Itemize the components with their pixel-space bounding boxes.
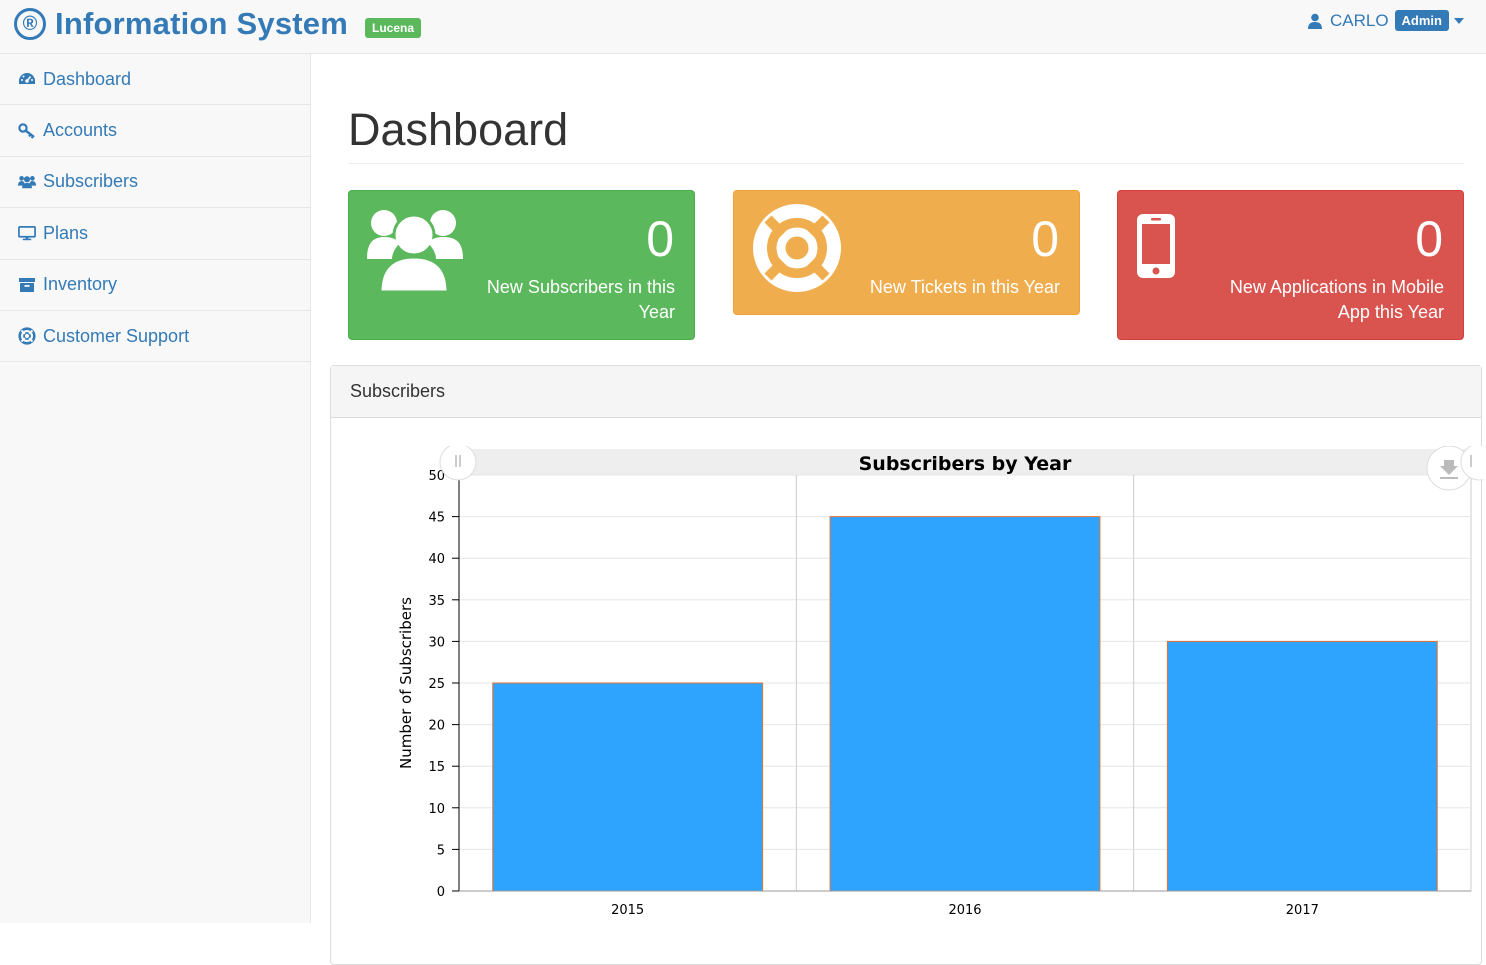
- bar-2016: [829, 516, 1101, 892]
- y-tick-label: 30: [428, 635, 445, 650]
- main-content: Dashboard 0 New Subscribers in this Year…: [311, 54, 1486, 965]
- x-tick-label: 2015: [611, 903, 644, 916]
- y-tick-label: 20: [428, 719, 445, 734]
- page-title: Dashboard: [348, 104, 569, 155]
- sidebar-item-inventory[interactable]: Inventory: [0, 260, 310, 311]
- users-icon: [367, 210, 463, 293]
- lifebuoy-icon: [18, 327, 36, 345]
- y-tick-label: 0: [437, 885, 445, 900]
- sidebar-item-label: Inventory: [43, 274, 118, 295]
- bar-2017: [1166, 640, 1438, 892]
- user-icon: [1307, 13, 1322, 29]
- y-tick-label: 25: [428, 677, 445, 692]
- x-tick-label: 2017: [1286, 903, 1319, 916]
- new-subscribers-label: New Subscribers in this Year: [486, 277, 675, 322]
- key-icon: [18, 122, 36, 140]
- subscribers-chart: Subscribers by Year 0 5 10 15 20 25 30 35 40 45 50…: [367, 443, 1486, 918]
- new-tickets-label: New Tickets in this Year: [869, 277, 1060, 297]
- bar-2015: [492, 682, 764, 892]
- lifebuoy-icon: [753, 204, 841, 292]
- new-tickets-card[interactable]: 0 New Tickets in this Year: [733, 190, 1080, 315]
- x-axis: 2015 2016 2017: [459, 890, 1471, 918]
- sidebar-item-subscribers[interactable]: Subscribers: [0, 157, 310, 209]
- user-name: CARLO: [1329, 10, 1389, 30]
- chevron-down-icon: [1454, 17, 1464, 24]
- new-mobile-applications-card[interactable]: 0 New Applications in Mobile App this Ye…: [1117, 190, 1464, 340]
- brand-logo-icon: ®: [14, 8, 46, 40]
- sidebar-item-dashboard[interactable]: Dashboard: [0, 54, 310, 106]
- sidebar-item-label: Customer Support: [43, 325, 190, 346]
- monitor-icon: [18, 224, 36, 242]
- subscribers-panel: Subscribers Subscribers by Year 0 5 10 15 20…: [330, 365, 1486, 965]
- y-tick-label: 15: [428, 760, 445, 775]
- chart-title: Subscribers by Year: [859, 453, 1072, 475]
- y-tick-label: 5: [437, 843, 445, 858]
- new-tickets-count: 0: [1031, 211, 1059, 267]
- title-divider: [348, 163, 1464, 164]
- drag-handle-left[interactable]: [439, 443, 477, 481]
- sidebar-item-accounts[interactable]: Accounts: [0, 105, 310, 157]
- sidebar-item-customer-support[interactable]: Customer Support: [0, 311, 310, 363]
- sidebar-item-label: Plans: [43, 222, 89, 243]
- user-role-badge: Admin: [1394, 10, 1449, 31]
- user-menu-dropdown[interactable]: CARLO Admin: [1307, 10, 1464, 31]
- sidebar-item-label: Dashboard: [43, 68, 132, 89]
- panel-heading: Subscribers: [331, 366, 1481, 418]
- branch-badge: Lucena: [365, 18, 422, 38]
- y-axis-label: Number of Subscribers: [397, 597, 415, 769]
- mobile-phone-icon: [1137, 214, 1175, 278]
- sidebar: Dashboard Accounts Subscribers Plans Inv…: [0, 54, 311, 923]
- new-subscribers-card[interactable]: 0 New Subscribers in this Year: [348, 190, 695, 340]
- users-icon: [18, 173, 36, 191]
- y-tick-label: 35: [428, 594, 445, 609]
- new-mobile-applications-count: 0: [1415, 211, 1443, 267]
- y-tick-label: 45: [428, 511, 445, 526]
- x-tick-label: 2016: [948, 903, 981, 916]
- sidebar-item-label: Subscribers: [43, 171, 139, 192]
- archive-icon: [18, 276, 36, 294]
- brand-title: Information System: [55, 6, 348, 41]
- dashboard-icon: [18, 70, 36, 88]
- new-mobile-applications-label: New Applications in Mobile App this Year: [1229, 277, 1444, 322]
- new-subscribers-count: 0: [646, 211, 674, 267]
- chart-canvas: Subscribers by Year 05101520253035404550…: [397, 443, 1486, 918]
- y-tick-label: 10: [428, 802, 445, 817]
- brand-link[interactable]: ® Information System: [14, 4, 348, 44]
- sidebar-item-label: Accounts: [43, 120, 118, 141]
- top-navbar: ® Information System Lucena CARLO Admin: [0, 0, 1486, 54]
- y-tick-label: 40: [428, 552, 445, 567]
- y-axis: 05101520253035404550: [428, 469, 460, 900]
- sidebar-item-plans[interactable]: Plans: [0, 208, 310, 260]
